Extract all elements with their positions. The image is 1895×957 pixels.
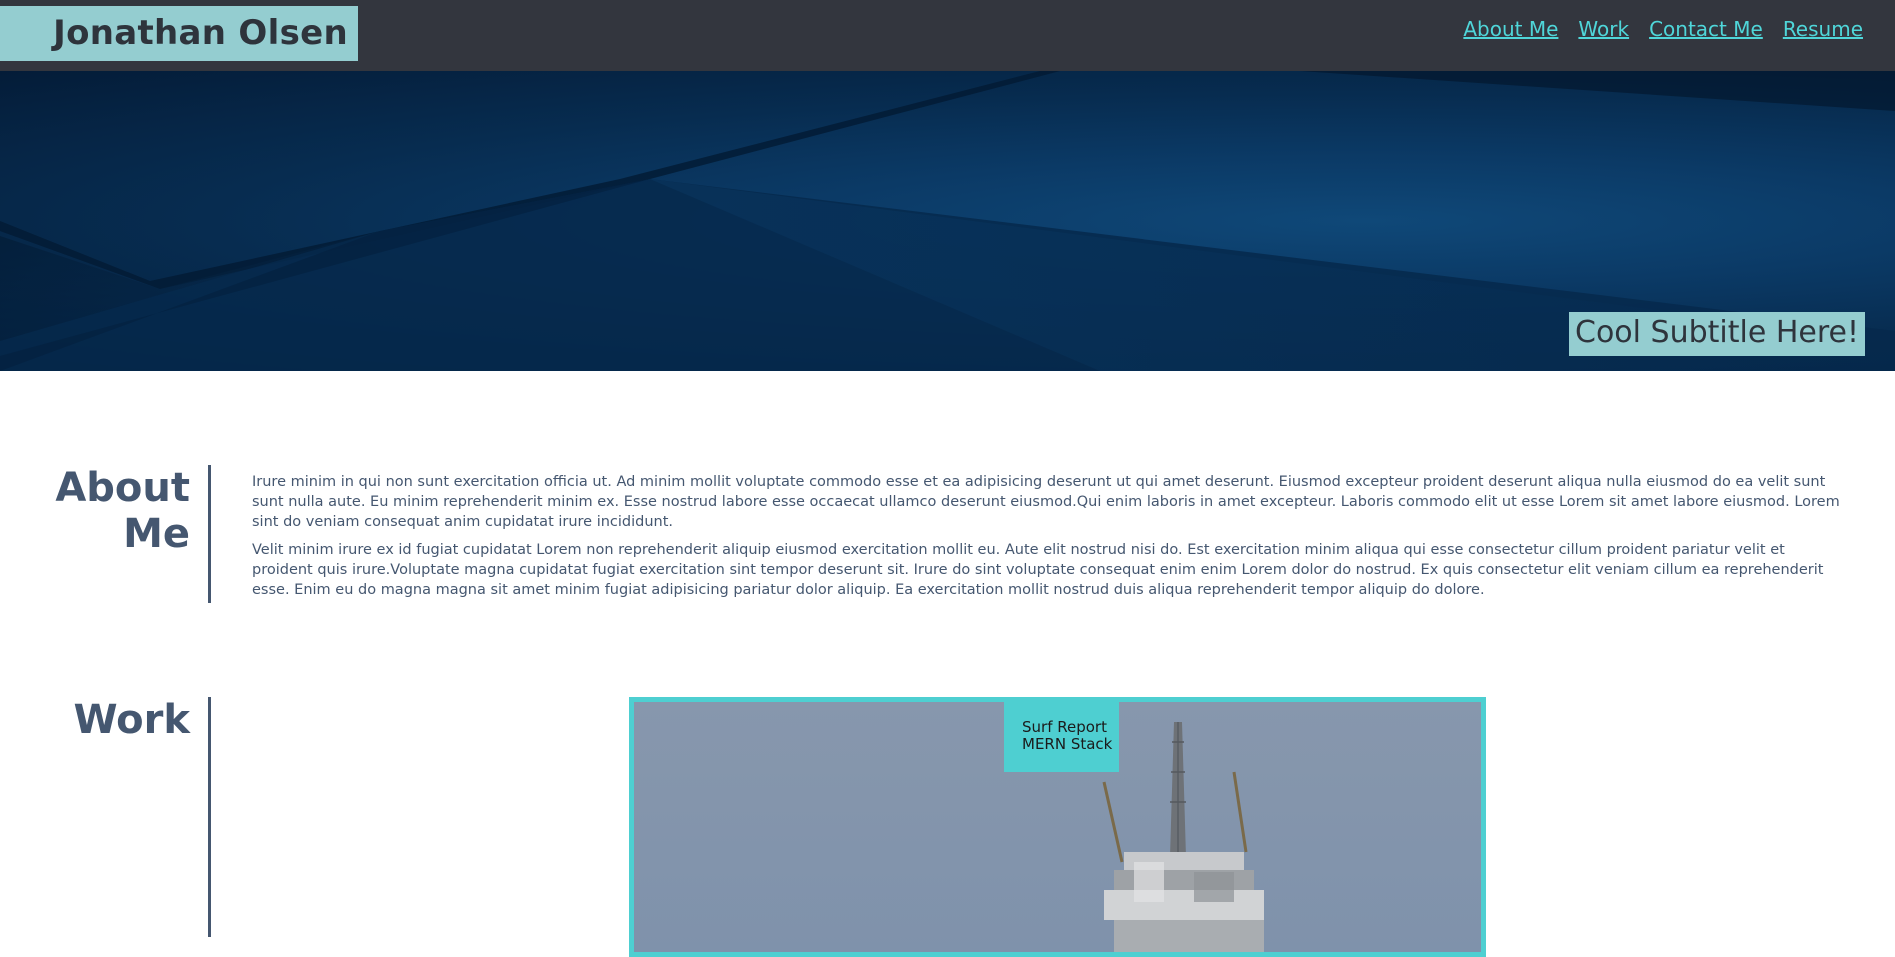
about-text: Irure minim in qui non sunt exercitation… bbox=[252, 472, 1842, 608]
site-name: Jonathan Olsen bbox=[0, 6, 358, 61]
work-divider-line bbox=[208, 697, 211, 937]
about-divider-line bbox=[208, 465, 211, 603]
about-paragraph-2: Velit minim irure ex id fugiat cupidatat… bbox=[252, 542, 1824, 598]
nav-link-work[interactable]: Work bbox=[1578, 17, 1629, 41]
hero-banner: Cool Subtitle Here! bbox=[0, 71, 1895, 371]
project-name: Surf Report bbox=[1022, 718, 1107, 736]
work-section-title: Work bbox=[73, 697, 190, 743]
about-section-title: About Me bbox=[55, 465, 190, 557]
nav-link-resume[interactable]: Resume bbox=[1783, 17, 1863, 41]
project-card-surf-report[interactable]: Surf Report MERN Stack bbox=[629, 697, 1486, 957]
main-nav: About Me Work Contact Me Resume bbox=[1463, 17, 1863, 41]
project-stack: MERN Stack bbox=[1022, 735, 1113, 753]
top-navbar: Jonathan Olsen About Me Work Contact Me … bbox=[0, 0, 1895, 71]
nav-link-contact-me[interactable]: Contact Me bbox=[1649, 17, 1763, 41]
nav-link-about-me[interactable]: About Me bbox=[1463, 17, 1558, 41]
about-paragraph-1: Irure minim in qui non sunt exercitation… bbox=[252, 474, 1840, 530]
project-label: Surf Report MERN Stack bbox=[1004, 702, 1119, 772]
hero-subtitle: Cool Subtitle Here! bbox=[1569, 312, 1865, 356]
